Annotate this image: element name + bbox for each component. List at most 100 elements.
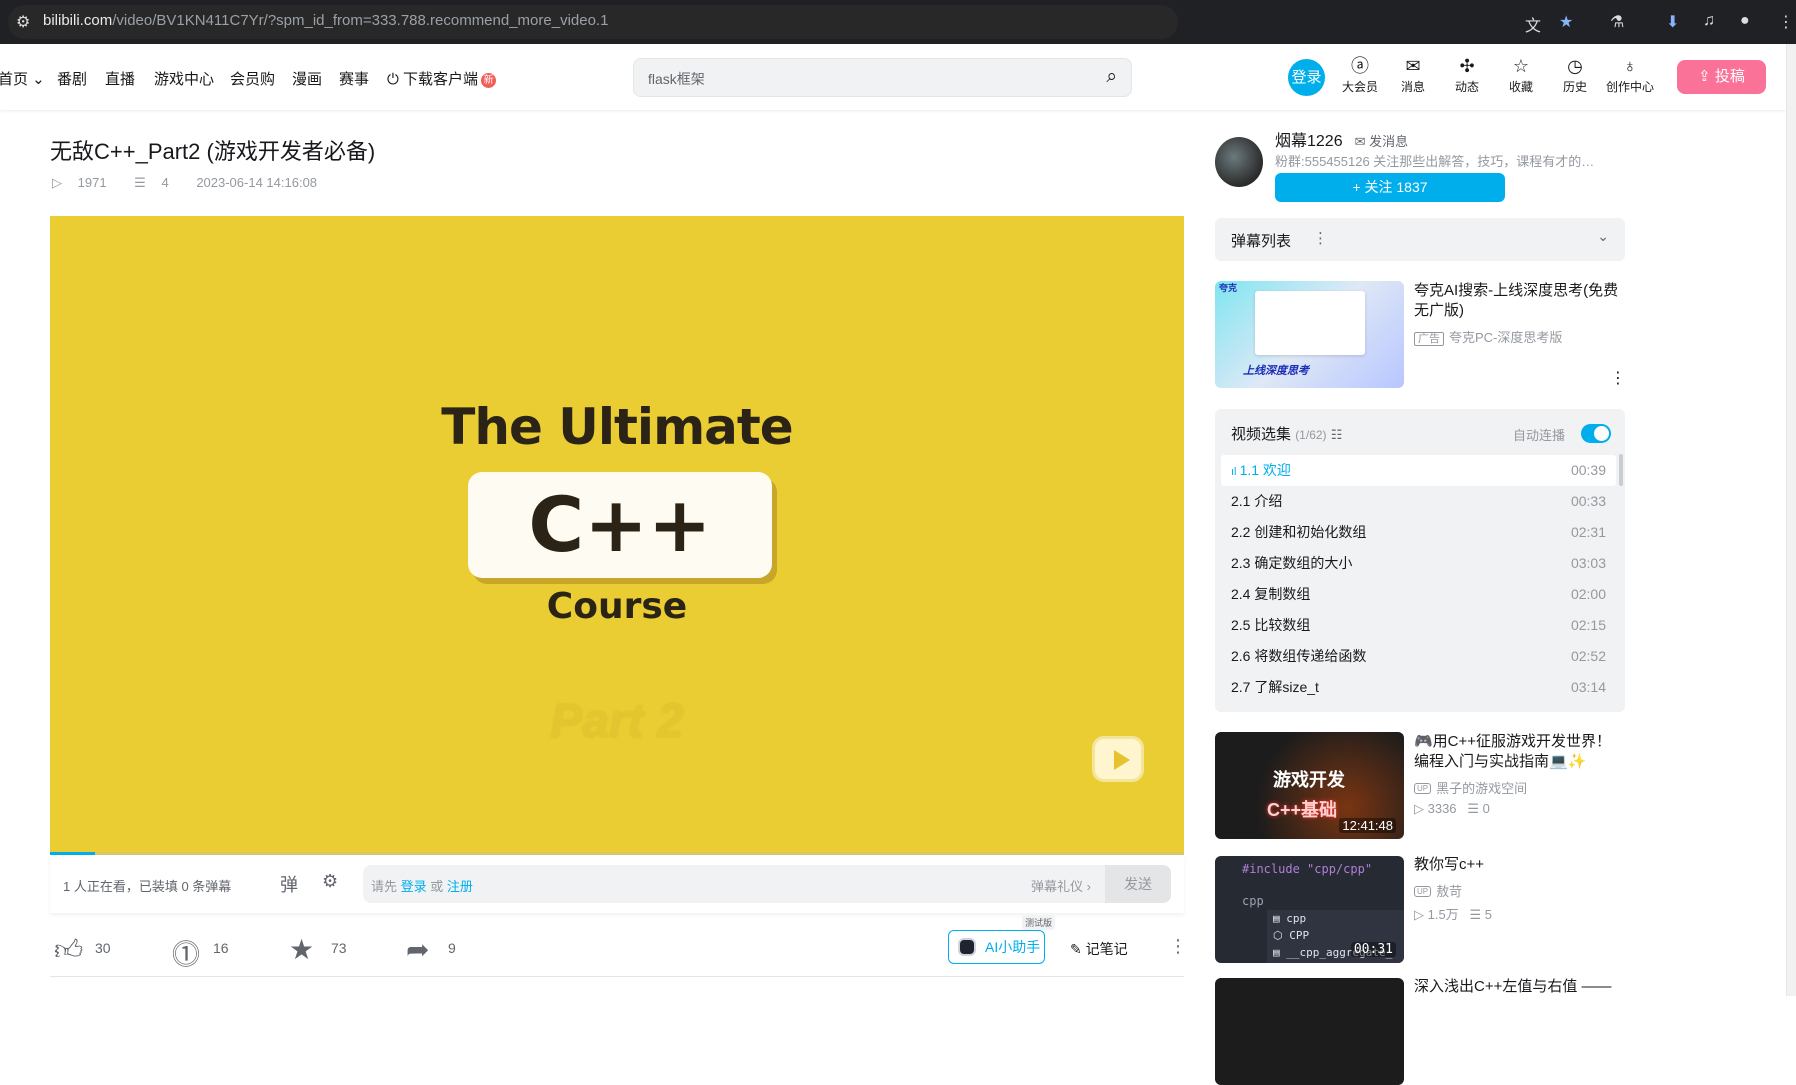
bookmark-star-icon[interactable]: ★ (1559, 12, 1573, 32)
clock-icon: ◷ (1567, 56, 1583, 76)
share-count: 9 (448, 940, 456, 956)
video-player[interactable]: The Ultimate C++ Course Part 2 (50, 216, 1184, 854)
danmaku-icon: ☰ (134, 175, 146, 190)
vip-button[interactable]: ⓐ 大会员 (1332, 56, 1388, 95)
labs-flask-icon[interactable]: ⚗ (1610, 12, 1624, 32)
share-button[interactable]: ➦ (406, 933, 429, 966)
dynamics-button[interactable]: ✣ 动态 (1439, 56, 1495, 95)
ad-thumbnail[interactable]: 夸克 上线深度思考 (1215, 281, 1404, 388)
creator-center-button[interactable]: ♁ 创作中心 (1602, 56, 1658, 95)
playing-icon: ıl (1231, 466, 1240, 478)
take-note-button[interactable]: ✎ 记笔记 (1070, 939, 1128, 959)
recommendation-uploader[interactable]: UP 敖苛 (1414, 881, 1462, 900)
nav-game-center[interactable]: 游戏中心 (154, 68, 214, 89)
translate-icon[interactable]: 文 (1525, 12, 1541, 36)
upload-button[interactable]: ⇪ 投稿 (1677, 60, 1766, 94)
new-badge: 新 (481, 73, 497, 88)
episode-item[interactable]: 2.5 比较数组 02:15 (1221, 610, 1616, 641)
download-icon: ⏻ (387, 71, 399, 88)
episode-item[interactable]: 2.4 复制数组 02:00 (1221, 579, 1616, 610)
nav-esports[interactable]: 赛事 (339, 68, 369, 89)
messages-button[interactable]: ✉ 消息 (1385, 56, 1441, 95)
download-icon[interactable]: ⬇ (1666, 12, 1679, 32)
recommendation-title[interactable]: 深入浅出C++左值与右值 —— (1414, 977, 1624, 997)
autoplay-toggle[interactable] (1581, 424, 1611, 443)
ad-title[interactable]: 夸克AI搜索-上线深度思考(免费无广版) (1414, 281, 1624, 321)
danmaku-settings-icon[interactable]: ⚙ (322, 871, 338, 892)
mail-icon: ✉ (1405, 56, 1421, 76)
more-icon[interactable]: ⋮ (1610, 368, 1626, 388)
episode-item[interactable]: 2.1 介绍 00:33 (1221, 486, 1616, 517)
watching-count: 1 人正在看，已装填 0 条弹幕 (63, 879, 232, 894)
nav-home[interactable]: 首页 ⌄ (0, 68, 45, 89)
episode-item[interactable]: 2.2 创建和初始化数组 02:31 (1221, 517, 1616, 548)
nav-bangumi[interactable]: 番剧 (57, 68, 87, 89)
avatar[interactable] (1215, 137, 1263, 187)
danmaku-input[interactable]: 请先 登录 或 注册 弹幕礼仪 › 发送 (363, 865, 1171, 903)
favorite-button[interactable]: ★ (289, 933, 314, 966)
episode-item[interactable]: 2.7 了解size_t 03:14 (1221, 672, 1616, 703)
more-icon[interactable]: ⋮ (1169, 936, 1187, 957)
bulb-icon: ♁ (1623, 56, 1637, 76)
login-link[interactable]: 登录 (401, 879, 427, 894)
nav-download-client[interactable]: ⏻ 下载客户端新 (387, 68, 497, 89)
search-icon[interactable]: ⌕ (1106, 66, 1117, 88)
favorites-button[interactable]: ☆ 收藏 (1493, 56, 1549, 95)
uploader-name[interactable]: 烟幕1226 (1275, 133, 1343, 150)
chevron-down-icon[interactable]: ⌄ (1597, 228, 1609, 245)
follow-button[interactable]: + 关注 1837 (1275, 173, 1505, 202)
list-view-icon[interactable]: ☷ (1331, 427, 1343, 442)
like-count: 30 (95, 940, 111, 956)
beta-badge: 测试版 (1022, 915, 1056, 930)
ai-assistant-button[interactable]: AI小助手 (948, 930, 1045, 964)
recommendation-title[interactable]: 🎮用C++征服游戏开发世界！编程入门与实战指南💻✨ (1414, 732, 1624, 772)
menu-icon[interactable]: ⋮ (1778, 12, 1794, 32)
favorite-count: 73 (331, 940, 347, 956)
danmaku-toggle-icon[interactable]: 弹 (280, 871, 298, 897)
robot-icon (958, 938, 976, 956)
danmaku-etiquette-link[interactable]: 弹幕礼仪 › (1031, 876, 1091, 895)
more-icon[interactable]: ⋮ (1313, 229, 1328, 247)
like-button[interactable]: 👍︎ (54, 933, 83, 967)
send-message-link[interactable]: ✉ 发消息 (1355, 134, 1409, 149)
recommendation-thumbnail[interactable]: 游戏开发 C++基础 12:41:48 (1215, 732, 1404, 839)
register-link[interactable]: 注册 (447, 879, 473, 894)
url-text[interactable]: bilibili.com/video/BV1KN411C7Yr/?spm_id_… (43, 12, 608, 29)
episode-scrollbar[interactable] (1619, 454, 1623, 486)
recommendation-thumbnail[interactable] (1215, 978, 1404, 1085)
bilibili-tv-logo-icon (1092, 736, 1144, 782)
nav-live[interactable]: 直播 (105, 68, 135, 89)
profile-icon[interactable]: ● (1740, 12, 1750, 30)
nav-mall[interactable]: 会员购 (230, 68, 275, 89)
video-title: 无敌C++_Part2 (游戏开发者必备) (50, 139, 376, 164)
uploader-description: 粉群:555455126 关注那些出解答，技巧，课程有才的… (1275, 154, 1595, 169)
recommendation-stats: ▷ 1.5万 ☰ 5 (1414, 907, 1493, 922)
episode-item[interactable]: 2.3 确定数组的大小 03:03 (1221, 548, 1616, 579)
upload-icon: ⇪ (1698, 68, 1711, 85)
top-nav: 首页 ⌄ 番剧 直播 游戏中心 会员购 漫画 赛事 ⏻ 下载客户端新 flask… (0, 44, 1786, 110)
episode-list: 视频选集 (1/62) ☷ 自动连播 ıl 1.1 欢迎 00:39 2.1 介绍 0… (1215, 409, 1625, 712)
pinwheel-icon: ✣ (1459, 56, 1475, 76)
site-info-icon[interactable]: ⚙ (16, 12, 30, 32)
star-icon: ☆ (1512, 56, 1530, 76)
recommendation-title[interactable]: 教你写c++ (1414, 855, 1624, 875)
recommendation-stats: ▷ 3336 ☰ 0 (1414, 801, 1490, 816)
note-icon: ✎ (1070, 941, 1082, 957)
page-scrollbar[interactable] (1786, 44, 1796, 996)
search-input[interactable]: flask框架 ⌕ (633, 58, 1132, 97)
episode-item[interactable]: ıl 1.1 欢迎 00:39 (1221, 455, 1616, 486)
divider (50, 976, 1184, 977)
recommendation-thumbnail[interactable]: #include "cpp/cpp" cpp ▤ cpp ⬡ CPP ▤ __c… (1215, 856, 1404, 963)
nav-manga[interactable]: 漫画 (292, 68, 322, 89)
coin-button[interactable]: ⓵ (172, 933, 200, 973)
history-button[interactable]: ◷ 历史 (1547, 56, 1603, 95)
coin-count: 16 (213, 940, 229, 956)
play-count-icon: ▷ (52, 175, 62, 190)
danmaku-list-panel[interactable]: 弹幕列表 ⋮ ⌄ (1215, 218, 1625, 261)
video-meta: ▷ 1971 ☰ 4 2023-06-14 14:16:08 (52, 175, 318, 190)
send-button[interactable]: 发送 (1105, 865, 1171, 903)
media-queue-icon[interactable]: ♫ (1703, 12, 1715, 30)
recommendation-uploader[interactable]: UP 黑子的游戏空间 (1414, 778, 1527, 797)
login-button[interactable]: 登录 (1288, 59, 1325, 96)
episode-item[interactable]: 2.6 将数组传递给函数 02:52 (1221, 641, 1616, 672)
